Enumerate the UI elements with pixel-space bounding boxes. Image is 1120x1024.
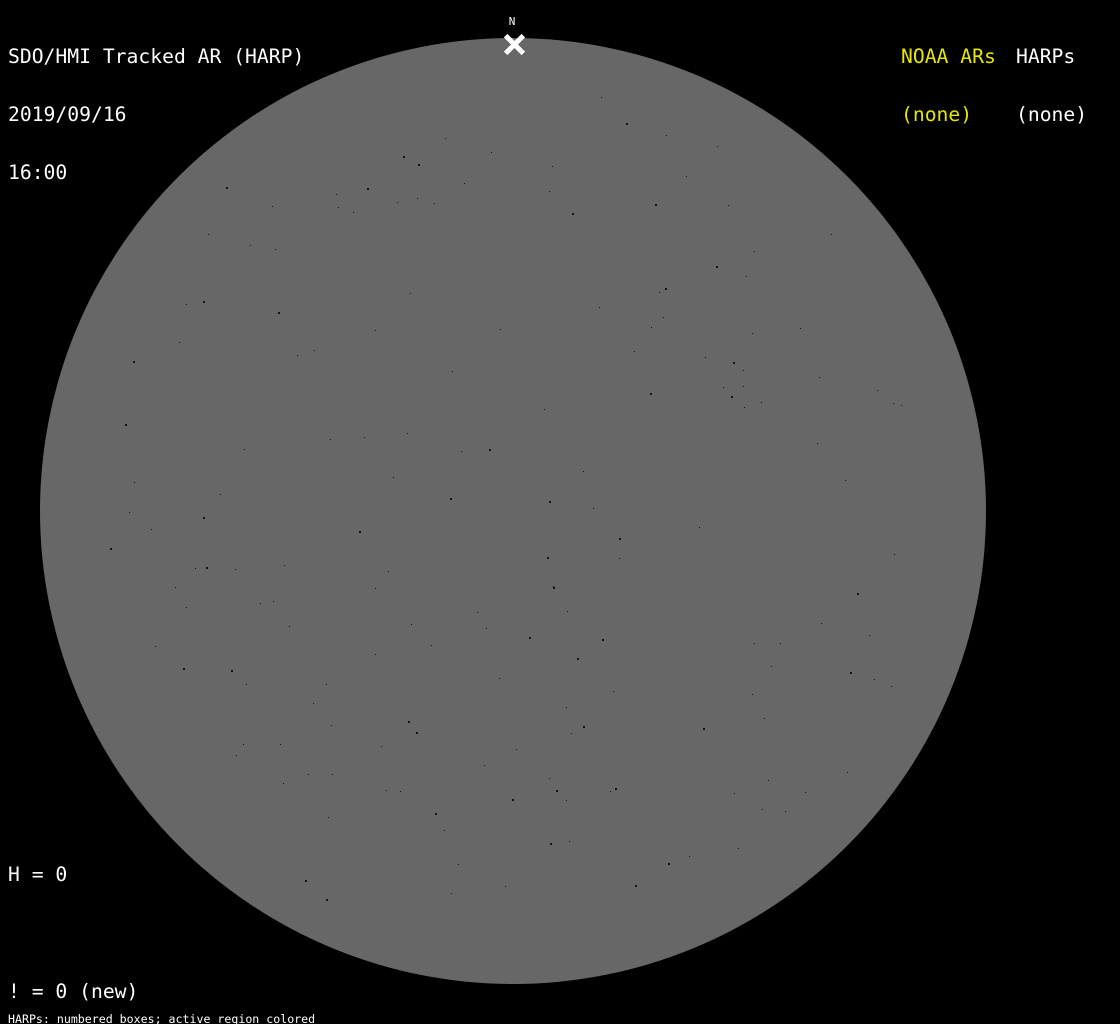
plot-time: 16:00 xyxy=(8,160,68,184)
harp-full-disk-plot: N SDO/HMI Tracked AR (HARP) 2019/09/16 1… xyxy=(0,0,1120,1024)
noaa-ars-column: NOAA ARs (none) xyxy=(901,9,996,163)
plot-header: SDO/HMI Tracked AR (HARP) 2019/09/16 16:… xyxy=(8,9,304,220)
harps-label: HARPs xyxy=(1016,45,1076,69)
harps-value: (none) xyxy=(1016,103,1088,127)
north-pole-label: N xyxy=(508,15,516,28)
footer-line-harps: HARPs: numbered boxes; active region col… xyxy=(8,1012,316,1024)
north-pole-cross-icon xyxy=(503,33,525,55)
footer-note: HARPs: numbered boxes; active region col… xyxy=(8,991,413,1024)
plot-date: 2019/09/16 xyxy=(8,103,127,127)
plot-title: SDO/HMI Tracked AR (HARP) xyxy=(8,45,305,69)
harps-column: HARPs (none) xyxy=(1016,9,1087,163)
noaa-ars-value: (none) xyxy=(901,103,973,127)
noaa-ars-label: NOAA ARs xyxy=(901,45,996,69)
harp-count-line: H = 0 xyxy=(8,863,68,887)
